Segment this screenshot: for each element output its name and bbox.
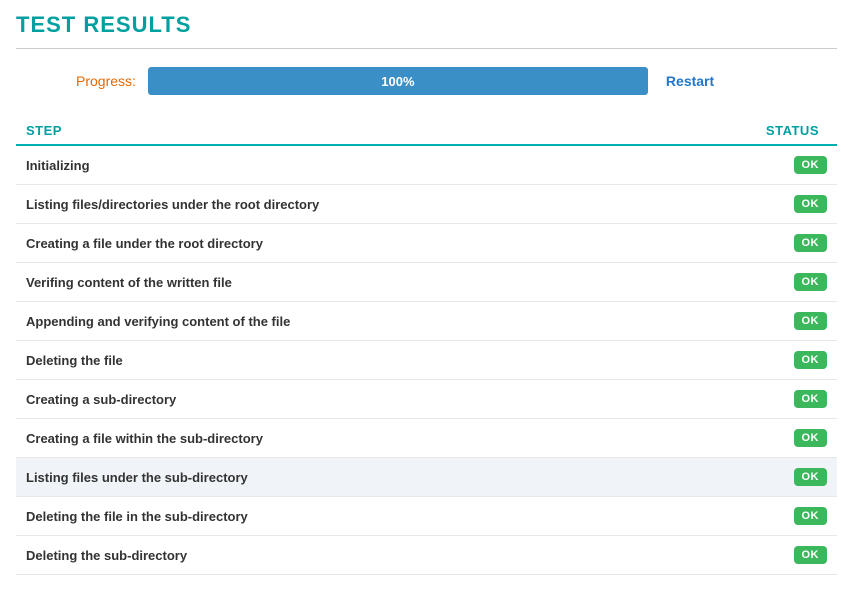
row-step-text: Creating a file within the sub-directory (26, 431, 263, 446)
col-step-header: STEP (26, 123, 62, 138)
restart-button[interactable]: Restart (666, 73, 714, 89)
table-header: STEP STATUS (16, 117, 837, 146)
progress-label-rest: rogress: (85, 73, 136, 89)
table-rows: Initializing OK Listing files/directories … (16, 146, 837, 575)
table-row: Appending and verifying content of the f… (16, 302, 837, 341)
table-row: Listing files/directories under the root… (16, 185, 837, 224)
table-row: Deleting the sub-directory OK (16, 536, 837, 575)
col-status-header: STATUS (766, 123, 827, 138)
progress-bar-fill: 100% (148, 67, 648, 95)
ok-badge: OK (794, 273, 828, 291)
row-step-text: Listing files/directories under the root… (26, 197, 319, 212)
row-step-text: Verifing content of the written file (26, 275, 232, 290)
table-row: Creating a file within the sub-directory… (16, 419, 837, 458)
progress-row: Progress: 100% Restart (16, 67, 837, 95)
table-row: Initializing OK (16, 146, 837, 185)
row-step-text: Initializing (26, 158, 90, 173)
row-step-text: Deleting the sub-directory (26, 548, 187, 563)
ok-badge: OK (794, 351, 828, 369)
progress-value: 100% (381, 74, 414, 89)
table-row: Listing files under the sub-directory OK (16, 458, 837, 497)
ok-badge: OK (794, 195, 828, 213)
main-container: TEST RESULTS Progress: 100% Restart STEP… (0, 0, 853, 600)
ok-badge: OK (794, 156, 828, 174)
row-step-text: Creating a sub-directory (26, 392, 176, 407)
ok-badge: OK (794, 546, 828, 564)
top-divider (16, 48, 837, 49)
row-step-text: Listing files under the sub-directory (26, 470, 248, 485)
row-step-text: Creating a file under the root directory (26, 236, 263, 251)
ok-badge: OK (794, 390, 828, 408)
page-title: TEST RESULTS (16, 12, 837, 38)
table-row: Creating a file under the root directory… (16, 224, 837, 263)
ok-badge: OK (794, 429, 828, 447)
row-step-text: Deleting the file (26, 353, 123, 368)
ok-badge: OK (794, 507, 828, 525)
progress-bar-container: 100% (148, 67, 648, 95)
ok-badge: OK (794, 312, 828, 330)
row-step-text: Appending and verifying content of the f… (26, 314, 290, 329)
table-row: Deleting the file OK (16, 341, 837, 380)
ok-badge: OK (794, 468, 828, 486)
table-row: Creating a sub-directory OK (16, 380, 837, 419)
table-row: Verifing content of the written file OK (16, 263, 837, 302)
progress-label-p: P (76, 73, 85, 89)
progress-label: Progress: (76, 73, 136, 89)
table-row: Deleting the file in the sub-directory OK (16, 497, 837, 536)
row-step-text: Deleting the file in the sub-directory (26, 509, 248, 524)
ok-badge: OK (794, 234, 828, 252)
